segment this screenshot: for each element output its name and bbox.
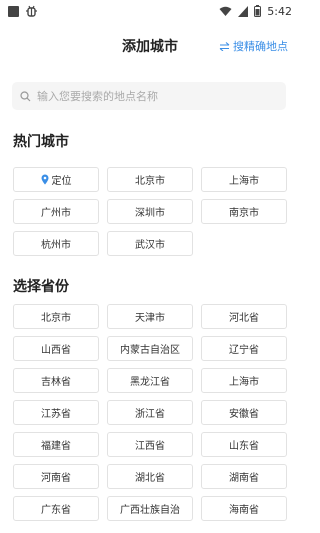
- province-button[interactable]: 湖北省: [107, 464, 193, 489]
- province-button[interactable]: 辽宁省: [201, 336, 287, 361]
- province-button[interactable]: 内蒙古自治区: [107, 336, 193, 361]
- bug-icon: [26, 5, 37, 17]
- province-button[interactable]: 安徽省: [201, 400, 287, 425]
- hot-city-button[interactable]: 武汉市: [107, 231, 193, 256]
- province-button[interactable]: 河北省: [201, 304, 287, 329]
- swap-arrows-icon: [219, 41, 230, 51]
- locate-label: 定位: [51, 176, 72, 187]
- search-icon: [20, 90, 31, 101]
- signal-icon: [238, 5, 249, 17]
- province-button[interactable]: 海南省: [201, 496, 287, 521]
- header: 添加城市 搜精确地点: [0, 30, 300, 60]
- province-button[interactable]: 江西省: [107, 432, 193, 457]
- hot-city-button[interactable]: 北京市: [107, 167, 193, 192]
- search-box[interactable]: [12, 82, 286, 110]
- province-button[interactable]: 河南省: [13, 464, 99, 489]
- hot-city-button[interactable]: 南京市: [201, 199, 287, 224]
- status-left: [8, 5, 38, 18]
- battery-icon: [254, 5, 262, 17]
- province-button[interactable]: 广西壮族自治: [107, 496, 193, 521]
- province-button[interactable]: 山西省: [13, 336, 99, 361]
- precise-location-label: 搜精确地点: [233, 40, 288, 53]
- notification-square-icon: [8, 5, 19, 17]
- province-button[interactable]: 广东省: [13, 496, 99, 521]
- province-button[interactable]: 上海市: [201, 368, 287, 393]
- precise-location-link[interactable]: 搜精确地点: [219, 38, 288, 54]
- locate-button[interactable]: 定位: [13, 167, 99, 192]
- province-button[interactable]: 黑龙江省: [107, 368, 193, 393]
- province-button[interactable]: 吉林省: [13, 368, 99, 393]
- province-button[interactable]: 福建省: [13, 432, 99, 457]
- province-button[interactable]: 江苏省: [13, 400, 99, 425]
- province-button[interactable]: 湖南省: [201, 464, 287, 489]
- wifi-icon: [219, 6, 232, 16]
- provinces-title: 选择省份: [13, 279, 69, 295]
- hot-city-button[interactable]: 上海市: [201, 167, 287, 192]
- status-time: 5:42: [267, 4, 292, 18]
- search-input[interactable]: [37, 89, 267, 103]
- province-button[interactable]: 浙江省: [107, 400, 193, 425]
- province-button[interactable]: 山东省: [201, 432, 287, 457]
- hot-city-button[interactable]: 杭州市: [13, 231, 99, 256]
- province-button[interactable]: 天津市: [107, 304, 193, 329]
- status-right: 5:42: [219, 5, 292, 18]
- hot-city-button[interactable]: 广州市: [13, 199, 99, 224]
- provinces-grid: 北京市 天津市 河北省 山西省 内蒙古自治区 辽宁省 吉林省 黑龙江省 上海市 …: [13, 304, 287, 521]
- province-button[interactable]: 北京市: [13, 304, 99, 329]
- hot-cities-grid: 定位 北京市 上海市 广州市 深圳市 南京市 杭州市 武汉市: [13, 167, 287, 256]
- hot-city-button[interactable]: 深圳市: [107, 199, 193, 224]
- location-pin-icon: [41, 174, 49, 185]
- status-bar: 5:42: [0, 0, 300, 22]
- hot-cities-title: 热门城市: [13, 134, 69, 150]
